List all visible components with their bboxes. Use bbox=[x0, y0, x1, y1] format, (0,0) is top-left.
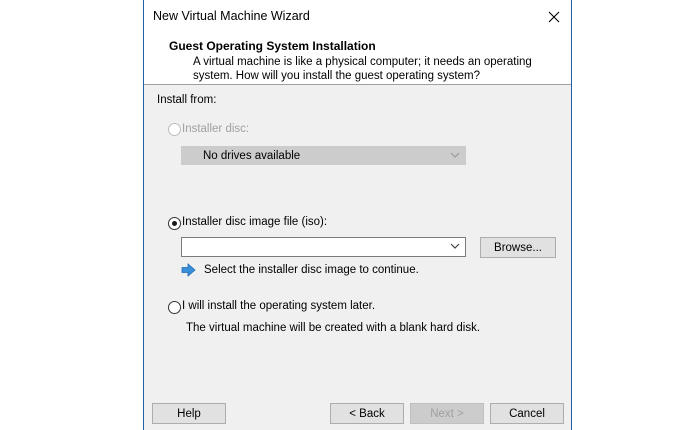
chevron-down-icon bbox=[450, 152, 460, 158]
page-title: Guest Operating System Installation bbox=[169, 39, 376, 53]
page-description: A virtual machine is like a physical com… bbox=[193, 56, 532, 82]
install-later-label: I will install the operating system late… bbox=[182, 300, 376, 312]
help-button[interactable]: Help bbox=[152, 403, 226, 424]
page-header: Guest Operating System Installation A vi… bbox=[144, 33, 571, 85]
iso-image-label: Installer disc image file (iso): bbox=[182, 216, 328, 228]
installer-disc-radio[interactable] bbox=[168, 123, 181, 136]
iso-image-radio[interactable] bbox=[168, 217, 181, 230]
iso-path-combobox[interactable] bbox=[181, 237, 466, 257]
install-later-note: The virtual machine will be created with… bbox=[186, 322, 481, 334]
info-arrow-icon bbox=[181, 263, 196, 277]
iso-hint-text: Select the installer disc image to conti… bbox=[204, 264, 419, 276]
window-title: New Virtual Machine Wizard bbox=[153, 9, 310, 23]
back-button[interactable]: < Back bbox=[330, 403, 404, 424]
installer-disc-dropdown-value: No drives available bbox=[203, 150, 301, 162]
close-icon bbox=[548, 11, 560, 22]
browse-button[interactable]: Browse... bbox=[480, 237, 556, 258]
installer-disc-label: Installer disc: bbox=[182, 123, 250, 135]
cancel-button[interactable]: Cancel bbox=[490, 403, 564, 424]
install-from-label: Install from: bbox=[157, 94, 217, 106]
chevron-down-icon[interactable] bbox=[450, 242, 460, 250]
wizard-dialog: New Virtual Machine Wizard Guest Operati… bbox=[143, 0, 572, 430]
install-later-radio[interactable] bbox=[168, 301, 181, 314]
installer-disc-dropdown[interactable]: No drives available bbox=[181, 146, 466, 165]
title-bar: New Virtual Machine Wizard bbox=[144, 0, 571, 33]
radio-selected-dot bbox=[172, 221, 177, 226]
close-button[interactable] bbox=[537, 0, 571, 33]
next-button[interactable]: Next > bbox=[410, 403, 484, 424]
